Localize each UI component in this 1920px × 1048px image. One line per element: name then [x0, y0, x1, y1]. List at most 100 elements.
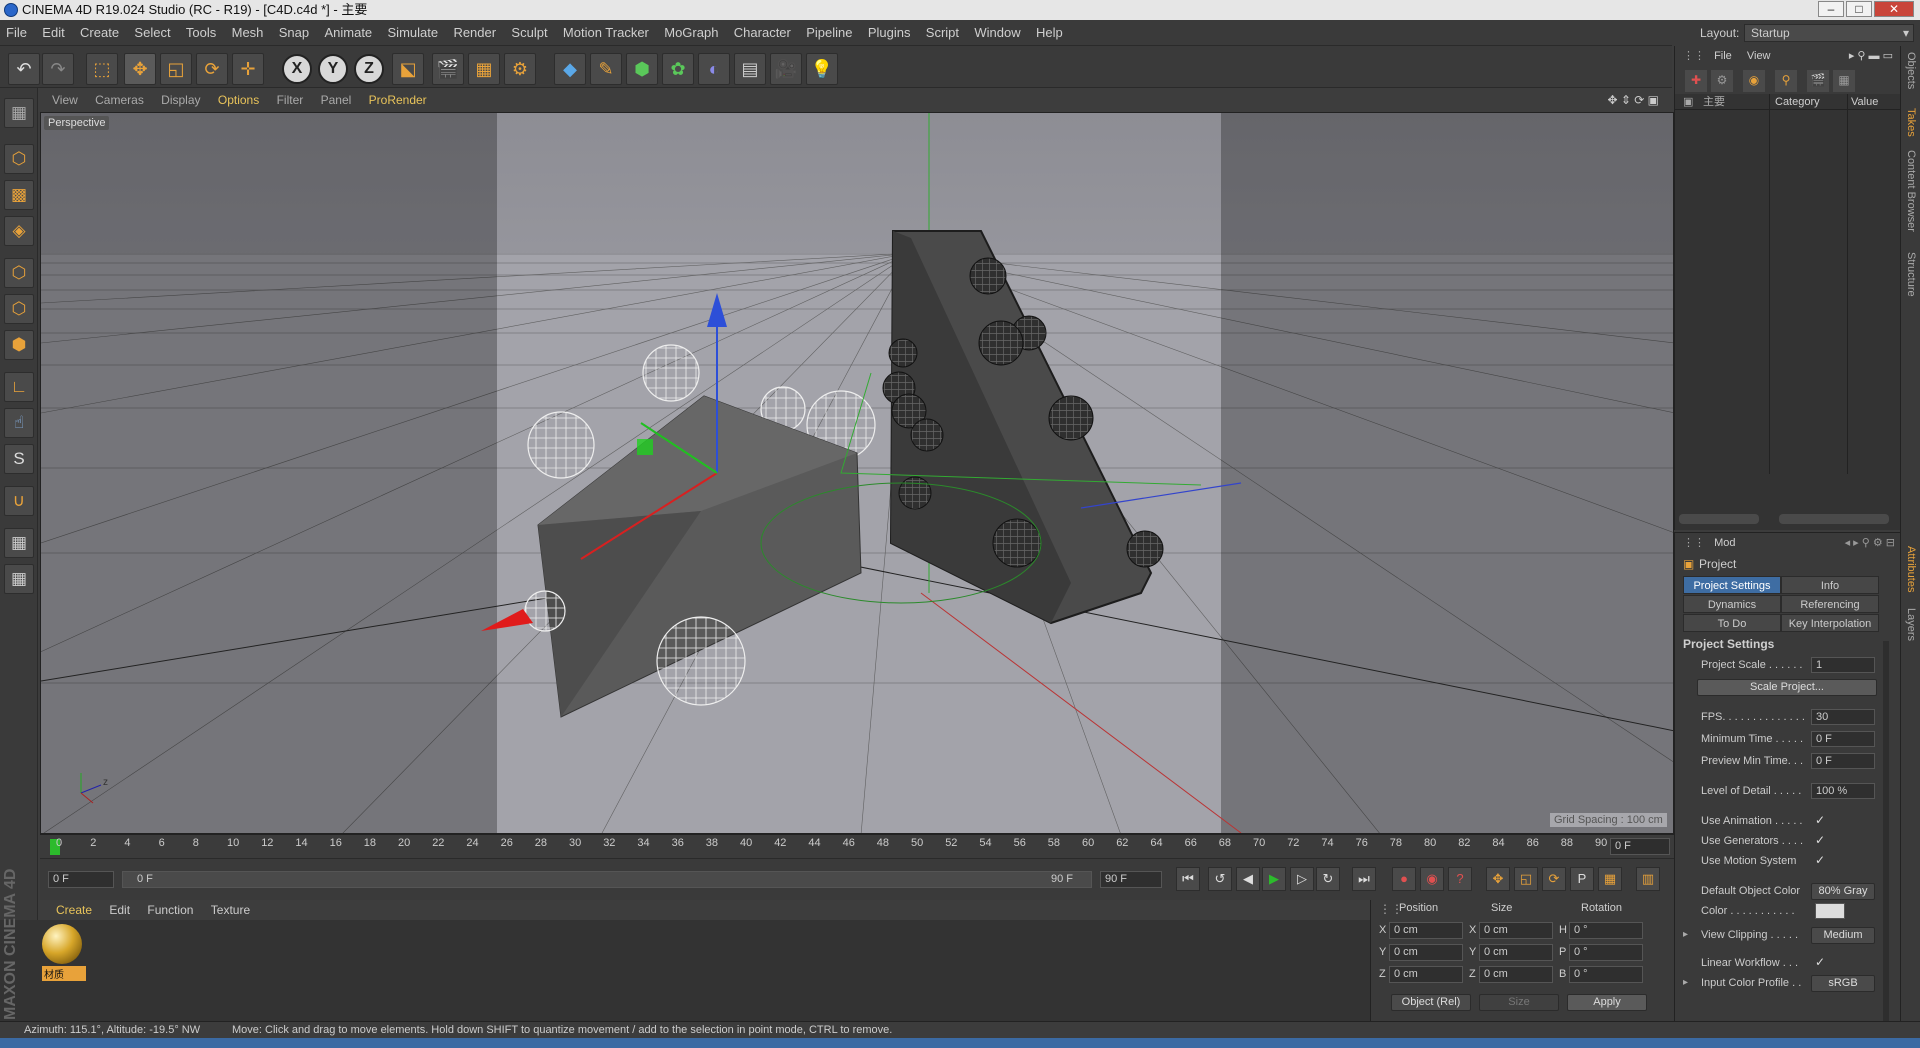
axis-z-lock-button[interactable]: Z	[354, 54, 384, 84]
next-key-icon[interactable]: ↻	[1316, 867, 1340, 891]
viewport-menu-filter[interactable]: Filter	[270, 88, 311, 112]
horizontal-scrollbar[interactable]	[1679, 514, 1759, 524]
menu-sculpt[interactable]: Sculpt	[505, 20, 553, 46]
render-settings-icon[interactable]: ⚙	[504, 53, 536, 85]
scale-tool-icon[interactable]: ◱	[160, 53, 192, 85]
menu-mograph[interactable]: MoGraph	[658, 20, 724, 46]
rot-h-field[interactable]: 0 °	[1569, 922, 1643, 939]
take-auto-icon[interactable]: ◉	[1743, 70, 1765, 92]
expand-arrow-icon[interactable]: ▸	[1683, 929, 1688, 940]
viewport-3d[interactable]: z	[40, 112, 1674, 834]
object-menu-file[interactable]: File	[1708, 50, 1732, 62]
menu-plugins[interactable]: Plugins	[862, 20, 917, 46]
model-mode-icon[interactable]: ⬡	[4, 144, 34, 174]
undo-icon[interactable]: ↶	[8, 53, 40, 85]
level-of-detail-field[interactable]: 100 %	[1811, 783, 1875, 799]
tab-dynamics[interactable]: Dynamics	[1683, 595, 1781, 613]
rotate-tool-icon[interactable]: ⟳	[196, 53, 228, 85]
menu-pipeline[interactable]: Pipeline	[800, 20, 858, 46]
attribute-mode-menu[interactable]: Mod	[1708, 537, 1735, 549]
workplane-mode-icon[interactable]: ◈	[4, 216, 34, 246]
material-menu-edit[interactable]: Edit	[102, 900, 137, 920]
move-tool-icon[interactable]: ✥	[124, 53, 156, 85]
render-view-icon[interactable]: 🎬	[432, 53, 464, 85]
scale-key-icon[interactable]: ◱	[1514, 867, 1538, 891]
coordinate-system-icon[interactable]: ⬕	[392, 53, 424, 85]
tab-info[interactable]: Info	[1781, 576, 1879, 594]
timeline-window-icon[interactable]: ▥	[1636, 867, 1660, 891]
material-swatch[interactable]: 材质	[42, 924, 86, 982]
menu-render[interactable]: Render	[447, 20, 502, 46]
tab-referencing[interactable]: Referencing	[1781, 595, 1879, 613]
end-frame-field[interactable]: 90 F	[1100, 871, 1162, 888]
pos-z-field[interactable]: 0 cm	[1389, 966, 1463, 983]
play-forward-icon[interactable]: ▶	[1262, 867, 1286, 891]
axis-mode-icon[interactable]: ∟	[4, 372, 34, 402]
color-swatch[interactable]	[1815, 903, 1845, 919]
object-manager-tools-icon[interactable]: ▸ ⚲ ▬ ▭	[1849, 46, 1893, 66]
previous-key-icon[interactable]: ↺	[1208, 867, 1232, 891]
viewport-menu-options[interactable]: Options	[211, 88, 266, 112]
rot-b-field[interactable]: 0 °	[1569, 966, 1643, 983]
use-animation-checkbox[interactable]: ✓	[1815, 813, 1825, 827]
menu-edit[interactable]: Edit	[36, 20, 70, 46]
menu-select[interactable]: Select	[128, 20, 176, 46]
camera-icon[interactable]: 🎥	[770, 53, 802, 85]
side-tab-layers[interactable]: Layers	[1905, 608, 1917, 641]
cube-object-icon[interactable]: ◆	[554, 53, 586, 85]
current-frame-field[interactable]: 0 F	[1610, 838, 1670, 855]
tweak-mode-icon[interactable]: ☝	[4, 408, 34, 438]
live-selection-icon[interactable]: ⬚	[86, 53, 118, 85]
fps-field[interactable]: 30	[1811, 709, 1875, 725]
array-generator-icon[interactable]: ✿	[662, 53, 694, 85]
rot-p-field[interactable]: 0 °	[1569, 944, 1643, 961]
side-tab-attributes[interactable]: Attributes	[1905, 546, 1917, 592]
layout-select[interactable]: Startup ▾	[1744, 24, 1914, 42]
minimum-time-field[interactable]: 0 F	[1811, 731, 1875, 747]
redo-icon[interactable]: ↷	[42, 53, 74, 85]
horizontal-scrollbar-right[interactable]	[1779, 514, 1889, 524]
light-icon[interactable]: 💡	[806, 53, 838, 85]
menu-snap[interactable]: Snap	[273, 20, 315, 46]
menu-help[interactable]: Help	[1030, 20, 1069, 46]
size-x-field[interactable]: 0 cm	[1479, 922, 1553, 939]
viewport-menu-cameras[interactable]: Cameras	[88, 88, 151, 112]
object-menu-view[interactable]: View	[1735, 50, 1771, 62]
menu-create[interactable]: Create	[74, 20, 125, 46]
side-tab-takes[interactable]: Takes	[1905, 108, 1917, 137]
menu-tools[interactable]: Tools	[180, 20, 222, 46]
pos-x-field[interactable]: 0 cm	[1389, 922, 1463, 939]
take-override-icon[interactable]: ⚙	[1711, 70, 1733, 92]
pen-spline-icon[interactable]: ✎	[590, 53, 622, 85]
preview-range-slider[interactable]: 0 F 90 F	[122, 871, 1092, 888]
tab-key-interpolation[interactable]: Key Interpolation	[1781, 614, 1879, 632]
take-render-icon[interactable]: 🎬	[1807, 70, 1829, 92]
subdivision-surface-icon[interactable]: ⬢	[626, 53, 658, 85]
start-frame-field[interactable]: 0 F	[48, 871, 114, 888]
menu-window[interactable]: Window	[968, 20, 1026, 46]
texture-mode-icon[interactable]: ▩	[4, 180, 34, 210]
rotation-key-icon[interactable]: ⟳	[1542, 867, 1566, 891]
maximize-button[interactable]: □	[1846, 1, 1872, 17]
grid-lock-icon[interactable]: ▦	[4, 564, 34, 594]
viewport-menu-panel[interactable]: Panel	[314, 88, 359, 112]
size-mode-dropdown[interactable]: Size	[1479, 994, 1559, 1011]
expand-arrow-icon[interactable]: ▸	[1683, 977, 1688, 988]
go-to-end-icon[interactable]: ⏭	[1352, 867, 1376, 891]
deformer-icon[interactable]: ◐	[698, 53, 730, 85]
linear-workflow-checkbox[interactable]: ✓	[1815, 955, 1825, 969]
tab-to-do[interactable]: To Do	[1683, 614, 1781, 632]
take-new-icon[interactable]: ✚	[1685, 70, 1707, 92]
point-level-animation-icon[interactable]: ▦	[1598, 867, 1622, 891]
viewport-navigation-icon[interactable]: ✥ ⇕ ⟳ ▣	[1600, 88, 1666, 112]
coordinate-mode-dropdown[interactable]: Object (Rel)	[1391, 994, 1471, 1011]
project-scale-field[interactable]: 1	[1811, 657, 1875, 673]
axis-y-lock-button[interactable]: Y	[318, 54, 348, 84]
default-object-color-dropdown[interactable]: 80% Gray	[1811, 883, 1875, 900]
take-filter-icon[interactable]: ▦	[1833, 70, 1855, 92]
vertical-scrollbar[interactable]	[1883, 641, 1889, 1021]
scale-project-button[interactable]: Scale Project...	[1697, 679, 1877, 696]
render-picture-viewer-icon[interactable]: ▦	[468, 53, 500, 85]
pos-y-field[interactable]: 0 cm	[1389, 944, 1463, 961]
menu-simulate[interactable]: Simulate	[382, 20, 445, 46]
